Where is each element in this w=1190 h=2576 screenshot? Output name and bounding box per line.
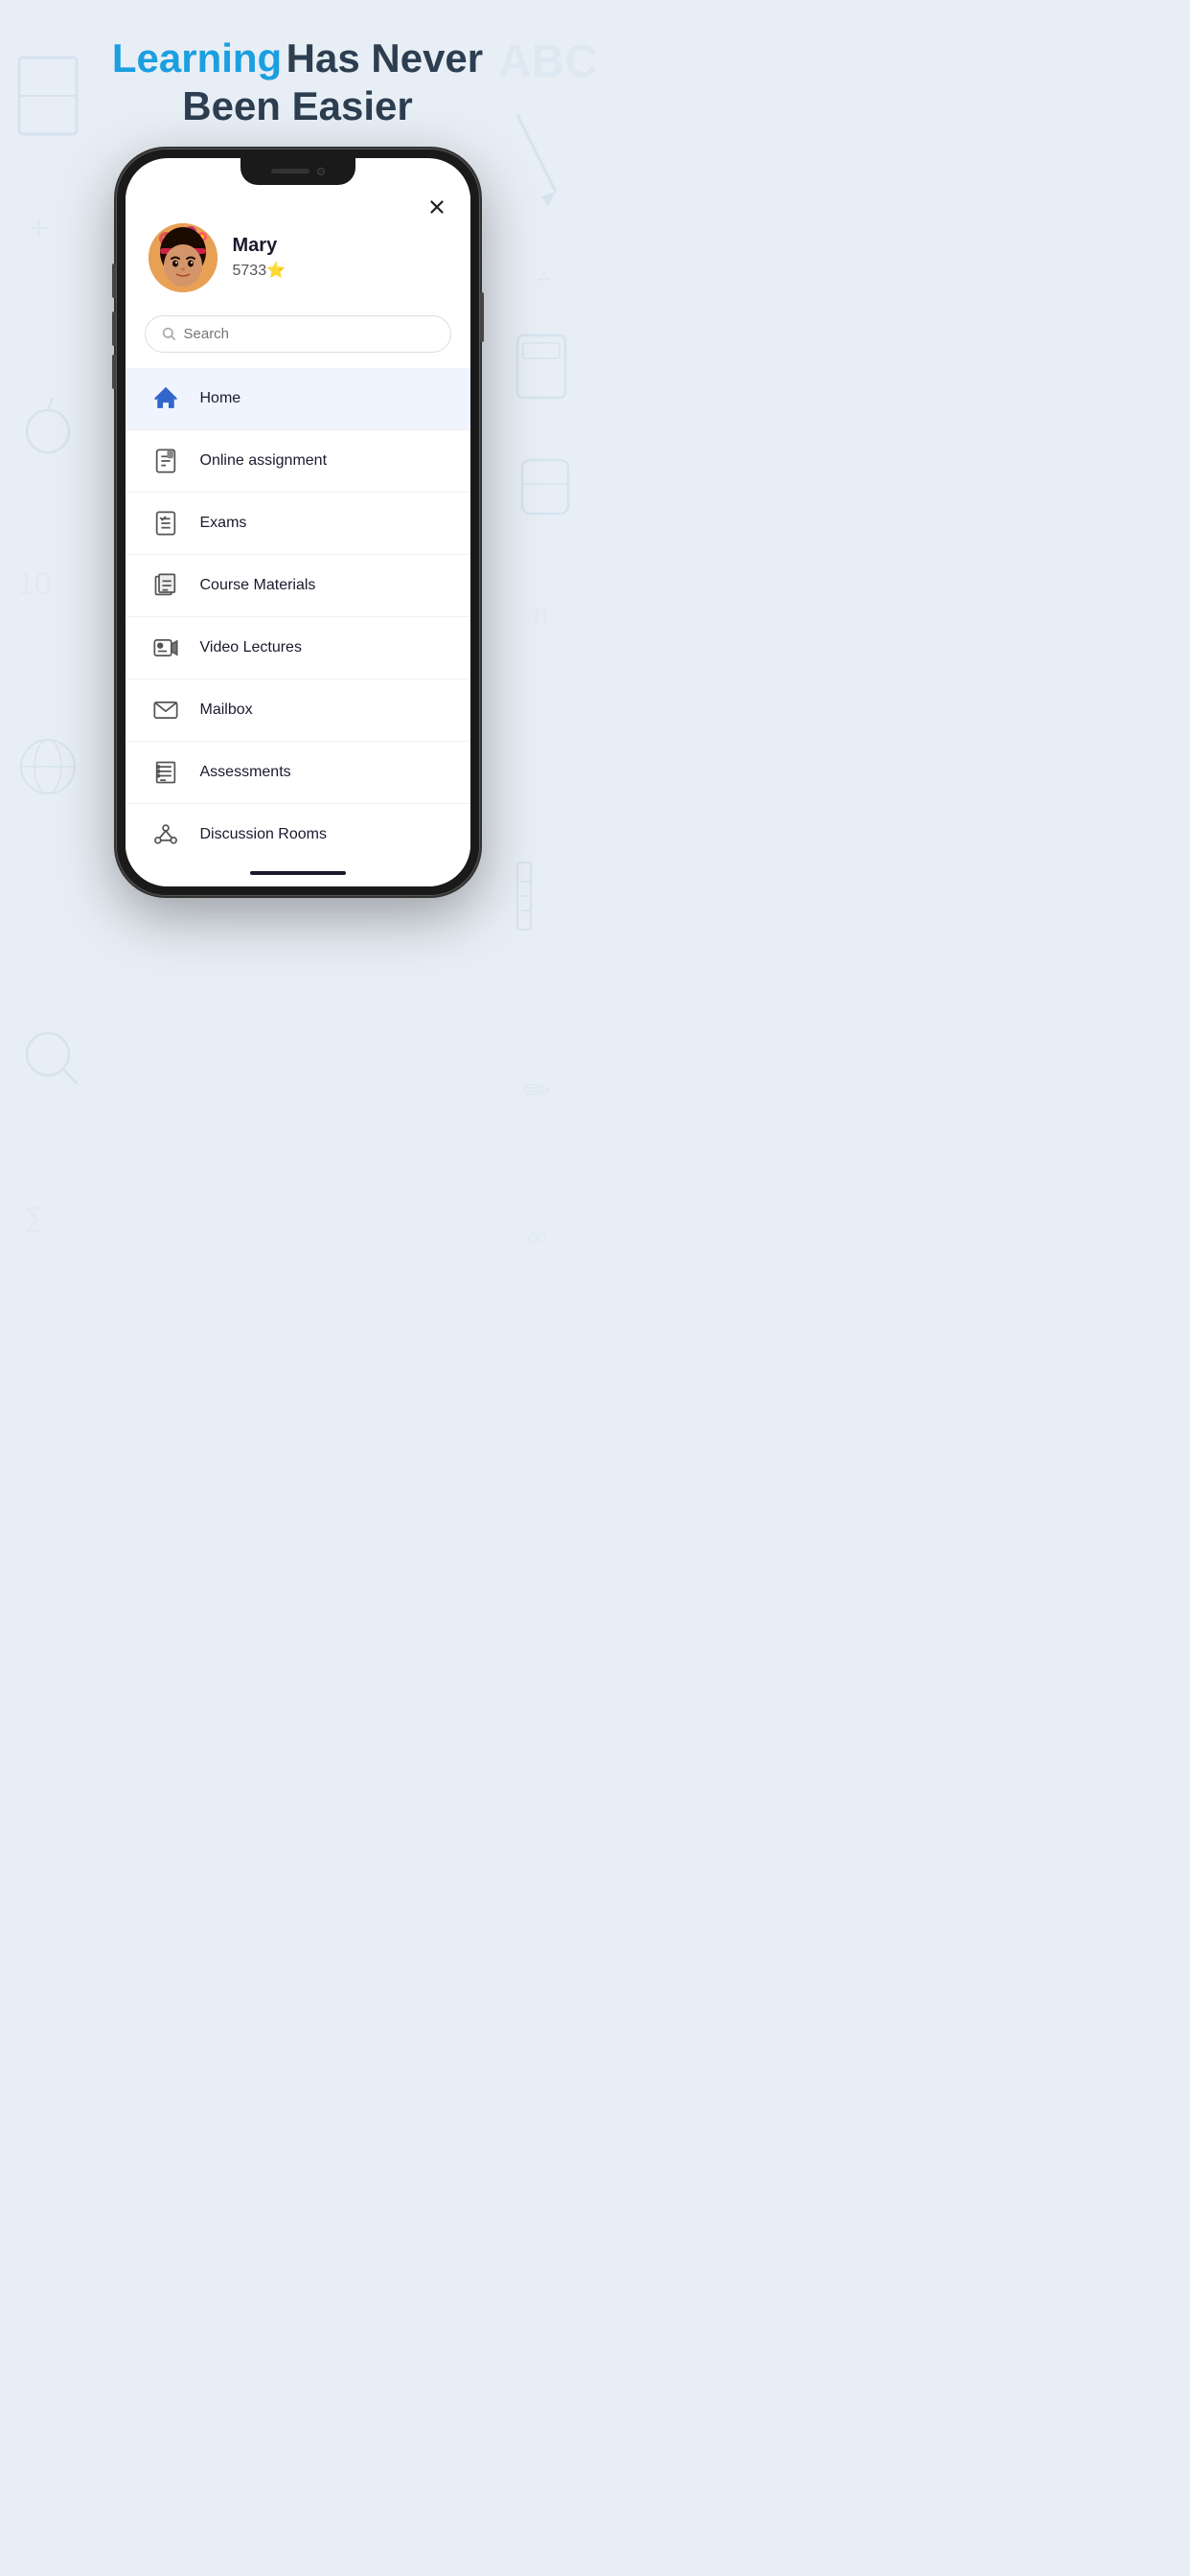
- svg-text:+: +: [29, 208, 49, 247]
- svg-text:✏: ✏: [522, 1070, 551, 1110]
- hero-normal-1: Has Never: [286, 35, 483, 80]
- video-lectures-icon: [149, 631, 183, 665]
- menu-content: Mary 5733⭐: [126, 185, 470, 886]
- home-bar: [126, 860, 470, 886]
- svg-text:∑: ∑: [24, 1202, 44, 1233]
- menu-label-discussion-rooms: Discussion Rooms: [200, 826, 327, 843]
- home-icon: [149, 381, 183, 416]
- close-button[interactable]: [423, 193, 451, 221]
- menu-item-video-lectures[interactable]: Video Lectures: [126, 617, 470, 679]
- menu-label-exams: Exams: [200, 515, 247, 532]
- menu-label-online-assignment: Online assignment: [200, 452, 328, 470]
- menu-label-video-lectures: Video Lectures: [200, 639, 302, 656]
- svg-text:∞: ∞: [527, 1221, 547, 1253]
- home-bar-indicator: [250, 871, 346, 875]
- user-info: Mary 5733⭐: [233, 235, 286, 280]
- user-name: Mary: [233, 235, 286, 257]
- hero-title: Learning Has Never Been Easier: [112, 34, 483, 131]
- phone-notch: [240, 158, 355, 185]
- assessments-icon: [149, 755, 183, 790]
- user-profile: Mary 5733⭐: [126, 185, 470, 311]
- menu-item-exams[interactable]: Exams: [126, 493, 470, 555]
- phone-outer: Mary 5733⭐: [116, 149, 480, 896]
- search-bar[interactable]: [145, 315, 451, 353]
- menu-item-mailbox[interactable]: Mailbox: [126, 679, 470, 742]
- hero-normal-2: Been Easier: [182, 83, 412, 128]
- notch-speaker: [271, 169, 309, 173]
- mailbox-icon: [149, 693, 183, 727]
- menu-label-assessments: Assessments: [200, 764, 291, 781]
- search-input[interactable]: [184, 326, 435, 342]
- svg-text:ABC: ABC: [498, 36, 595, 87]
- avatar: [149, 223, 217, 292]
- exams-icon: [149, 506, 183, 540]
- phone-mockup: Mary 5733⭐: [116, 149, 480, 896]
- menu-item-online-assignment[interactable]: Online assignment: [126, 430, 470, 493]
- svg-text:÷: ÷: [537, 264, 551, 293]
- menu-list: Home Online a: [126, 368, 470, 860]
- menu-label-home: Home: [200, 390, 241, 407]
- menu-item-assessments[interactable]: Assessments: [126, 742, 470, 804]
- hero-highlight: Learning: [112, 35, 282, 80]
- notch-camera: [317, 168, 325, 175]
- discussion-rooms-icon: [149, 817, 183, 852]
- online-assignment-icon: [149, 444, 183, 478]
- phone-screen: Mary 5733⭐: [126, 158, 470, 886]
- user-points: 5733⭐: [233, 261, 286, 280]
- svg-text:10: 10: [17, 566, 52, 601]
- search-icon: [161, 326, 176, 341]
- menu-item-home[interactable]: Home: [126, 368, 470, 430]
- svg-text:π: π: [532, 599, 550, 629]
- menu-item-course-materials[interactable]: Course Materials: [126, 555, 470, 617]
- course-materials-icon: [149, 568, 183, 603]
- menu-label-mailbox: Mailbox: [200, 702, 253, 719]
- menu-label-course-materials: Course Materials: [200, 577, 316, 594]
- menu-item-discussion-rooms[interactable]: Discussion Rooms: [126, 804, 470, 860]
